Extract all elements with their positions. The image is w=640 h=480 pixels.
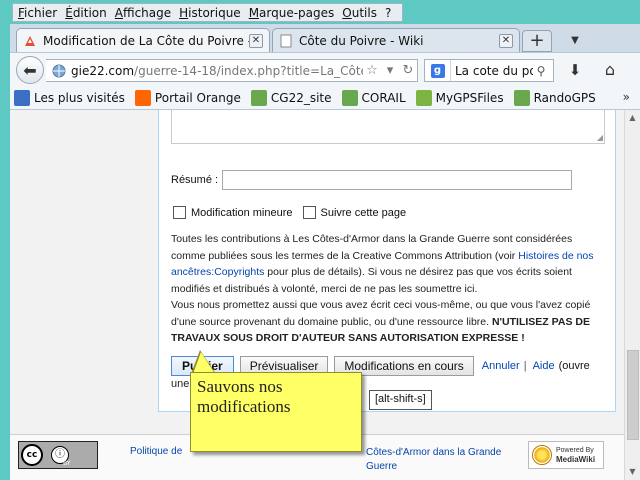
back-button[interactable]: ⬅ (16, 56, 44, 84)
creative-commons-logo[interactable]: cc ⓘ BY (18, 441, 98, 469)
bookmark-label: Les plus visités (34, 90, 125, 105)
opens-text: (ouvre (558, 360, 590, 372)
globe-icon (52, 64, 66, 78)
bookmark-mygpsfiles[interactable]: MyGPSFiles (415, 89, 504, 106)
orange-icon (134, 89, 151, 106)
bookmark-label: MyGPSFiles (435, 90, 504, 105)
search-icon[interactable]: ⚲ (533, 64, 549, 78)
url-bar[interactable]: gie22.com /guerre-14-18/index.php?title=… (46, 59, 418, 82)
tab-label: Côte du Poivre - Wiki (299, 34, 424, 48)
scroll-up-icon[interactable]: ▲ (625, 110, 640, 126)
bookmarks-bar: Les plus visités Portail Orange CG22_sit… (10, 86, 640, 110)
tab-modification[interactable]: Modification de La Côte du Poivre - L...… (16, 28, 270, 53)
menu-help[interactable]: ? (384, 6, 392, 20)
shortcut-tooltip: [alt-shift-s] (369, 390, 432, 410)
watch-page-checkbox[interactable]: Suivre cette page (302, 206, 407, 219)
checkbox-box[interactable] (302, 206, 316, 219)
tab-list-chevron-down-icon[interactable]: ▼ (562, 30, 588, 52)
wikitext-editor[interactable]: ◢ (171, 110, 605, 144)
tab-cote-du-poivre[interactable]: Côte du Poivre - Wiki ✕ (272, 28, 520, 53)
close-icon[interactable]: ✕ (499, 34, 513, 48)
separator: | (523, 360, 527, 372)
menu-fichier[interactable]: Fichier (17, 6, 58, 20)
close-icon[interactable]: ✕ (249, 34, 263, 48)
resize-grip-icon[interactable]: ◢ (597, 133, 603, 142)
summary-label: Résumé : (171, 174, 219, 186)
bookmark-les-plus-visites[interactable]: Les plus visités (14, 89, 125, 106)
copyright-notice: Toutes les contributions à Les Côtes-d'A… (171, 231, 601, 347)
search-box: g ⚲ (424, 59, 554, 82)
reload-icon[interactable]: ↻ (399, 63, 417, 78)
bookmark-label: Portail Orange (154, 90, 241, 105)
menu-historique[interactable]: Historique (178, 6, 242, 20)
gie22-favicon-icon (23, 34, 37, 48)
url-host: gie22.com (71, 63, 135, 78)
more-bookmarks-chevron-icon[interactable]: » (623, 90, 630, 104)
bookmark-label: RandoGPS (533, 90, 596, 105)
edit-form: ◢ Résumé : Modification mineure Suivre c… (158, 110, 616, 412)
notice-text-1: Toutes les contributions à Les Côtes-d'A… (171, 233, 573, 262)
history-dropdown-icon[interactable]: ▾ (381, 63, 399, 78)
menu-bar: Fichier Édition Affichage Historique Mar… (12, 3, 404, 22)
scroll-down-icon[interactable]: ▼ (625, 464, 640, 480)
search-input[interactable] (451, 63, 533, 78)
arrow-left-icon: ⬅ (23, 60, 37, 80)
tab-label: Modification de La Côte du Poivre - L... (43, 34, 249, 48)
bookmark-corail[interactable]: CORAIL (341, 89, 406, 106)
about-site-text-2: Guerre (366, 461, 398, 472)
randogps-icon (513, 89, 530, 106)
callout-pointer-fill (193, 352, 215, 374)
watch-page-label: Suivre cette page (320, 206, 407, 219)
scrollbar-thumb[interactable] (627, 350, 639, 440)
privacy-policy-link[interactable]: Politique de (130, 446, 182, 457)
menu-marque-pages[interactable]: Marque-pages (248, 6, 336, 20)
minor-edit-label: Modification mineure (191, 206, 293, 219)
new-tab-button[interactable]: + (522, 30, 552, 52)
google-icon: g (430, 63, 445, 78)
mediawiki-text: Powered By MediaWiki (556, 446, 595, 465)
by-label: BY (63, 460, 71, 467)
summary-row: Résumé : (171, 170, 573, 190)
bookmark-star-icon[interactable]: ☆ (363, 63, 381, 78)
most-visited-icon (14, 89, 30, 106)
summary-input[interactable] (222, 170, 573, 190)
search-engine-selector[interactable]: g (425, 60, 451, 81)
mediawiki-name: MediaWiki (556, 454, 596, 464)
menu-outils[interactable]: Outils (341, 6, 378, 20)
mygps-icon (415, 89, 432, 106)
menu-edition[interactable]: Édition (64, 6, 108, 20)
powered-by-mediawiki-logo[interactable]: Powered By MediaWiki (528, 441, 604, 469)
navigation-bar: ⬅ gie22.com /guerre-14-18/index.php?titl… (10, 52, 640, 86)
blank-page-icon (279, 34, 293, 48)
home-icon[interactable]: ⌂ (600, 60, 620, 80)
cancel-link[interactable]: Annuler (482, 360, 520, 372)
url-path: /guerre-14-18/index.php?title=La_Côte_du… (134, 63, 363, 78)
help-link[interactable]: Aide (533, 360, 555, 372)
bookmark-randogps[interactable]: RandoGPS (513, 89, 596, 106)
checkbox-box[interactable] (173, 206, 186, 219)
minor-edit-checkbox[interactable]: Modification mineure (173, 206, 293, 219)
cc-icon: cc (21, 444, 43, 466)
edit-options: Modification mineure Suivre cette page (173, 206, 416, 219)
corail-icon (341, 89, 358, 106)
tutorial-callout: Sauvons nos modifications (190, 372, 362, 452)
about-site-text: Côtes-d'Armor dans la Grande (366, 447, 502, 458)
powered-by-text: Powered By (556, 446, 594, 454)
about-site-link[interactable]: Côtes-d'Armor dans la Grande Guerre (366, 446, 501, 474)
mediawiki-flower-icon (532, 445, 552, 465)
download-icon[interactable]: ⬇ (566, 61, 584, 79)
vertical-scrollbar[interactable]: ▲ ▼ (624, 110, 640, 480)
bookmark-label: CG22_site (270, 90, 332, 105)
bookmark-portail-orange[interactable]: Portail Orange (134, 89, 241, 106)
menu-affichage[interactable]: Affichage (114, 6, 172, 20)
bookmark-label: CORAIL (361, 90, 406, 105)
tab-bar: Modification de La Côte du Poivre - L...… (10, 26, 640, 53)
cg22-icon (250, 89, 267, 106)
bookmark-cg22-site[interactable]: CG22_site (250, 89, 332, 106)
